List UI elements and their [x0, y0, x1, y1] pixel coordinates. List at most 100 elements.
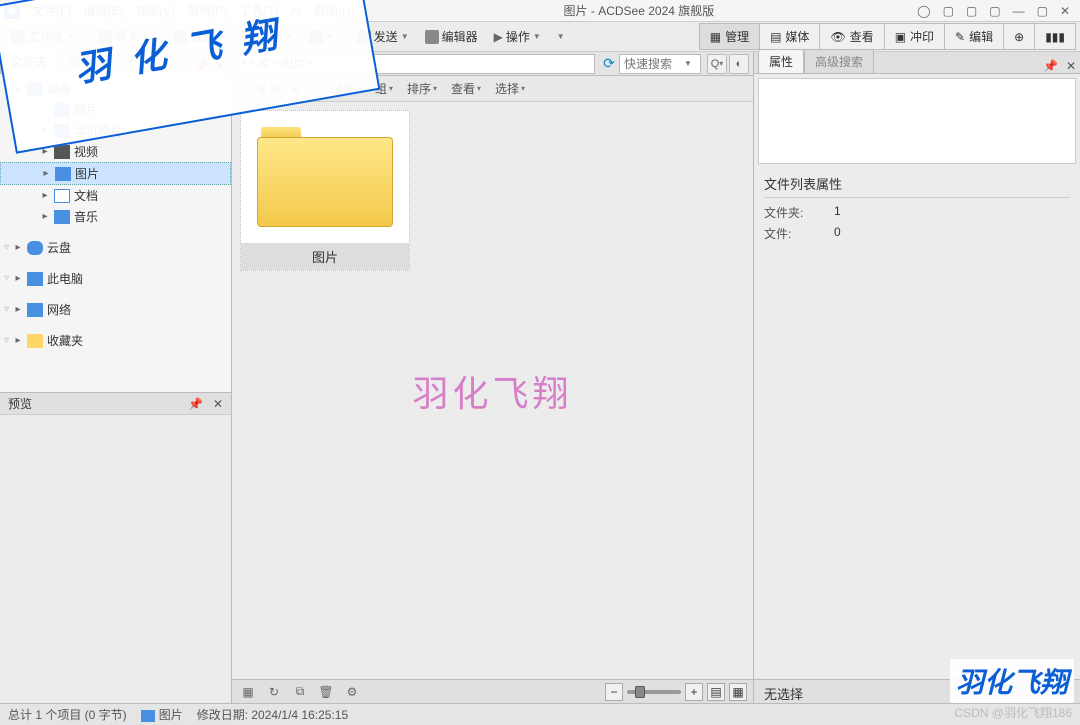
zoom-out-button[interactable]: −: [605, 683, 623, 701]
tab-calendar[interactable]: 日历: [102, 49, 148, 73]
footer-delete-icon[interactable]: 🗑: [316, 683, 336, 701]
layout-1-icon[interactable]: ▢: [943, 4, 954, 18]
status-folder-icon: [141, 710, 155, 722]
close-preview-icon[interactable]: ✕: [213, 397, 223, 411]
mode-dashboard[interactable]: ⊕: [1004, 23, 1035, 50]
refresh-icon[interactable]: ⟳: [599, 55, 619, 72]
mode-develop[interactable]: ▣冲印: [885, 23, 945, 50]
menu-pane[interactable]: 窗格(P): [181, 0, 233, 21]
nav-fwd-icon[interactable]: ▶: [271, 80, 282, 97]
zoom-slider[interactable]: [627, 690, 681, 694]
footer-rotate-icon[interactable]: ↻: [264, 683, 284, 701]
view-select[interactable]: 选择▾: [495, 80, 525, 97]
menubar: ◉ 文件(F) 编辑(E) 视图(V) 窗格(P) 工具(T) AI 帮助(H)…: [0, 0, 1080, 22]
view-group[interactable]: 组▾: [375, 80, 393, 97]
quick-search[interactable]: ▼: [619, 54, 701, 74]
operate-button[interactable]: ▶操作▼: [487, 25, 548, 48]
prop-files-label: 文件:: [764, 225, 834, 242]
tab-folder[interactable]: 文件夹: [0, 49, 58, 73]
mode-stats[interactable]: ▮▮▮: [1035, 23, 1076, 50]
tree-network[interactable]: ▿▸网络: [0, 299, 231, 320]
batch-button[interactable]: 批量▼: [166, 25, 232, 48]
thumbnail-area[interactable]: 图片 羽化飞翔: [232, 102, 753, 679]
prop-folders-label: 文件夹:: [764, 204, 834, 221]
mode-view[interactable]: 👁查看: [820, 23, 884, 50]
footer-grid-icon[interactable]: ▦: [238, 683, 258, 701]
footer-gear-icon[interactable]: ⚙: [342, 683, 362, 701]
view-view[interactable]: 查看▾: [451, 80, 481, 97]
close-pane-icon[interactable]: ✕: [215, 59, 225, 73]
overflow-button[interactable]: ▼: [550, 29, 572, 44]
footer-compare-icon[interactable]: ⧉: [290, 683, 310, 701]
close-right-icon[interactable]: ✕: [1066, 59, 1076, 73]
crumb-pics[interactable]: 图片: [281, 55, 305, 72]
status-selection: 图片: [159, 708, 183, 722]
view-filter[interactable]: 过滤▾: [331, 80, 361, 97]
menu-file[interactable]: 文件(F): [26, 0, 77, 21]
maximize-button[interactable]: ▢: [1037, 4, 1048, 18]
tree-picsub[interactable]: 图片: [0, 99, 231, 120]
breadcrumb[interactable]: ●▸ 库▸ 图片▸: [236, 54, 595, 74]
tree-desktop[interactable]: ▿▸桌面: [0, 78, 231, 99]
menu-ai[interactable]: AI: [285, 2, 308, 20]
minimize-button[interactable]: —: [1013, 4, 1025, 18]
pin-icon[interactable]: 📌: [1043, 59, 1058, 73]
eye-icon: 👁: [830, 30, 845, 44]
layout-2-icon[interactable]: ▢: [966, 4, 977, 18]
close-button[interactable]: ✕: [1060, 4, 1070, 18]
mode-media[interactable]: ▤媒体: [760, 23, 820, 50]
slideshow-button[interactable]: ▼: [302, 27, 341, 47]
menu-help[interactable]: 帮助(H): [308, 0, 361, 21]
menu-edit[interactable]: 编辑(E): [77, 0, 129, 21]
send-button[interactable]: 发送▼: [350, 25, 416, 48]
editor-button[interactable]: 编辑器: [418, 25, 485, 48]
tree-video[interactable]: ▸视频: [0, 141, 231, 162]
menu-view[interactable]: 视图(V): [129, 0, 181, 21]
toolbar: 工作区▼ 导入▼ 批量▼ 创建▼ ▼ 发送▼ 编辑器 ▶操作▼ ▼ ▦管理 ▤媒…: [0, 22, 1080, 52]
tree-cloud[interactable]: ▿▸云盘: [0, 237, 231, 258]
view-detail-icon[interactable]: ▦: [729, 683, 747, 701]
pin-icon[interactable]: 📌: [194, 59, 209, 73]
mode-edit[interactable]: ✎编辑: [945, 23, 1004, 50]
tab-properties[interactable]: 属性: [758, 49, 804, 73]
grid-icon: ▦: [710, 30, 721, 44]
view-toolbar: ⌂ ◀ ▶ ▲ 过滤▾ 组▾ 排序▾ 查看▾ 选择▾: [232, 76, 753, 102]
view-list-icon[interactable]: ▤: [707, 683, 725, 701]
zoom-in-button[interactable]: +: [685, 683, 703, 701]
center-panel: ●▸ 库▸ 图片▸ ⟳ ▼ Q▾ ◐ ⌂ ◀ ▶ ▲ 过滤▾ 组▾ 排序▾ 查看…: [232, 52, 753, 703]
crumb-lib[interactable]: 库: [258, 55, 270, 72]
address-bar: ●▸ 库▸ 图片▸ ⟳ ▼ Q▾ ◐: [232, 52, 753, 76]
shield-icon: ▿: [4, 335, 9, 346]
thumb-footer: ▦ ↻ ⧉ 🗑 ⚙ − + ▤ ▦: [232, 679, 753, 703]
user-icon[interactable]: ◯: [917, 4, 930, 18]
nav-home-icon[interactable]: ⌂: [240, 80, 248, 97]
search-input[interactable]: [620, 57, 680, 71]
workspace-button[interactable]: 工作区▼: [4, 25, 82, 48]
tree-photos[interactable]: ▸本机照片: [0, 120, 231, 141]
create-button[interactable]: 创建▼: [234, 25, 300, 48]
menu-tools[interactable]: 工具(T): [233, 0, 284, 21]
folder-thumbnail[interactable]: 图片: [240, 110, 410, 271]
mode-manage[interactable]: ▦管理: [699, 23, 760, 50]
nav-up-icon[interactable]: ▲: [288, 80, 302, 97]
import-button[interactable]: 导入▼: [91, 25, 157, 48]
tab-catalog[interactable]: 编目: [57, 49, 103, 73]
tree-favorites[interactable]: ▿▸收藏夹: [0, 330, 231, 351]
shield-icon: ▿: [4, 83, 9, 94]
pc-icon: [27, 272, 43, 286]
picture-icon: [54, 103, 70, 117]
tree-documents[interactable]: ▸文档: [0, 185, 231, 206]
tree-music[interactable]: ▸音乐: [0, 206, 231, 227]
filter-q-button[interactable]: Q▾: [707, 54, 727, 74]
pin-icon[interactable]: 📌: [188, 397, 203, 411]
app-icon: ◉: [4, 3, 20, 19]
layout-3-icon[interactable]: ▢: [989, 4, 1000, 18]
filter-toggle-button[interactable]: ◐: [729, 54, 749, 74]
tab-advsearch[interactable]: 高级搜索: [804, 49, 874, 73]
center-watermark: 羽化飞翔: [412, 365, 572, 417]
folder-tree[interactable]: ▿▸桌面 图片 ▸本机照片 ▸视频 ▸图片 ▸文档 ▸音乐 ▿▸云盘 ▿▸此电脑…: [0, 74, 231, 393]
tree-pictures[interactable]: ▸图片: [0, 162, 231, 185]
view-sort[interactable]: 排序▾: [407, 80, 437, 97]
tree-thispc[interactable]: ▿▸此电脑: [0, 268, 231, 289]
nav-back-icon[interactable]: ◀: [254, 80, 265, 97]
